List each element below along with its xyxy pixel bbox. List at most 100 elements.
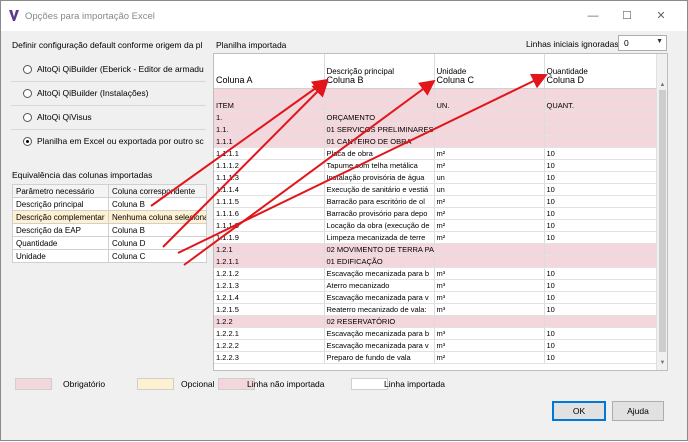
sheet-cell[interactable]: m³: [434, 291, 545, 305]
sheet-row-imported[interactable]: 1.1.1.3 Instalação provisória de água un 10: [214, 171, 657, 185]
sheet-cell[interactable]: 10: [544, 327, 657, 341]
ok-button[interactable]: OK: [552, 401, 606, 421]
sheet-cell[interactable]: Barracão para escritório de ol: [324, 195, 435, 209]
sheet-cell[interactable]: 01 SERVIÇOS PRELIMINARES: [324, 123, 435, 137]
sheet-cell[interactable]: Execução de sanitário e vestiá: [324, 183, 435, 197]
sheet-row-imported[interactable]: 1.2.2.1 Escavação mecanizada para b m³ 10: [214, 327, 657, 341]
sheet-cell[interactable]: 1.1.: [214, 123, 325, 137]
radio-label-excel[interactable]: Planilha em Excel ou exportada por outro…: [37, 136, 207, 146]
radio-excel[interactable]: [23, 137, 32, 146]
radio-label-qivisus[interactable]: AltoQi QiVisus: [37, 112, 207, 122]
column-select-cell[interactable]: Coluna C: [108, 249, 207, 263]
sheet-row-imported[interactable]: 1.2.2.2 Escavação mecanizada para v m³ 10: [214, 339, 657, 353]
sheet-cell[interactable]: Locação da obra (execução de: [324, 219, 435, 233]
sheet-cell[interactable]: 1.1.1.8: [214, 219, 325, 233]
sheet-cell[interactable]: m²: [434, 231, 545, 245]
sheet-cell[interactable]: 1.1.1: [214, 135, 325, 149]
sheet-cell[interactable]: m³: [434, 267, 545, 281]
sheet-row-imported[interactable]: 1.2.2.3 Preparo de fundo de vala m² 10: [214, 351, 657, 365]
sheet-cell[interactable]: 01 EDIFICAÇÃO: [324, 255, 435, 269]
column-select-cell[interactable]: Coluna B: [108, 197, 207, 211]
sheet-cell[interactable]: m²: [434, 195, 545, 209]
sheet-cell[interactable]: 10: [544, 207, 657, 221]
sheet-cell[interactable]: Limpeza mecanizada de terre: [324, 231, 435, 245]
mapping-row-optional[interactable]: Descrição complementar Nenhuma coluna se…: [12, 210, 207, 224]
sheet-cell[interactable]: [434, 111, 545, 125]
sheet-cell[interactable]: QUANT.: [544, 99, 657, 113]
sheet-cell[interactable]: 1.1.1.9: [214, 231, 325, 245]
sheet-row-not-imported[interactable]: ITEM UN. QUANT.: [214, 99, 657, 113]
sheet-cell[interactable]: Tapume com telha metálica: [324, 159, 435, 173]
sheet-cell[interactable]: m²: [434, 147, 545, 161]
sheet-cell[interactable]: 1.2.2.2: [214, 339, 325, 353]
sheet-cell[interactable]: [324, 99, 435, 113]
sheet-row-imported[interactable]: 1.2.1.2 Escavação mecanizada para b m³ 10: [214, 267, 657, 281]
sheet-cell[interactable]: [544, 111, 657, 125]
sheet-cell[interactable]: Barracão provisório para depo: [324, 207, 435, 221]
sheet-row-imported[interactable]: 1.1.1.5 Barracão para escritório de ol m² 1…: [214, 195, 657, 209]
skip-rows-select[interactable]: 0 ▼: [618, 35, 667, 51]
sheet-row-not-imported[interactable]: 1. ORÇAMENTO: [214, 111, 657, 125]
sheet-cell[interactable]: [544, 88, 657, 101]
sheet-cell[interactable]: 02 RESERVATÓRIO: [324, 315, 435, 329]
sheet-row-imported[interactable]: 1.1.1.1 Placa de obra m² 10: [214, 147, 657, 161]
sheet-row-imported[interactable]: 1.1.1.2 Tapume com telha metálica m² 10: [214, 159, 657, 173]
sheet-cell[interactable]: Reaterro mecanizado de vala:: [324, 303, 435, 317]
column-select-cell[interactable]: Coluna D: [108, 236, 207, 250]
sheet-row-imported[interactable]: 1.1.1.8 Locação da obra (execução de m² 10: [214, 219, 657, 233]
sheet-cell[interactable]: Escavação mecanizada para b: [324, 327, 435, 341]
scroll-thumb[interactable]: [659, 90, 666, 352]
sheet-cell[interactable]: 10: [544, 279, 657, 293]
sheet-cell[interactable]: Escavação mecanizada para b: [324, 267, 435, 281]
sheet-cell[interactable]: 1.2.2.3: [214, 351, 325, 365]
sheet-cell[interactable]: 1.1.1.2: [214, 159, 325, 173]
sheet-cell[interactable]: [544, 135, 657, 149]
sheet-cell[interactable]: 1.2.1.5: [214, 303, 325, 317]
sheet-cell[interactable]: Escavação mecanizada para v: [324, 291, 435, 305]
sheet-row-not-imported[interactable]: 1.2.1 02 MOVIMENTO DE TERRA PA: [214, 243, 657, 257]
sheet-cell[interactable]: un: [434, 171, 545, 185]
sheet-cell[interactable]: m²: [434, 159, 545, 173]
sheet-row-imported[interactable]: 1.2.1.5 Reaterro mecanizado de vala: m³ 10: [214, 303, 657, 317]
sheet-row-imported[interactable]: 1.2.1.4 Escavação mecanizada para v m³ 10: [214, 291, 657, 305]
column-header-a[interactable]: Coluna A: [214, 54, 325, 89]
sheet-row-imported[interactable]: 1.2.1.3 Aterro mecanizado m³ 10: [214, 279, 657, 293]
sheet-cell[interactable]: [434, 135, 545, 149]
sheet-cell[interactable]: [434, 255, 545, 269]
sheet-cell[interactable]: 1.2.2.1: [214, 327, 325, 341]
sheet-cell[interactable]: [544, 243, 657, 257]
sheet-cell[interactable]: 10: [544, 219, 657, 233]
sheet-cell[interactable]: m²: [434, 207, 545, 221]
minimize-button[interactable]: —: [579, 7, 607, 25]
sheet-cell[interactable]: [544, 315, 657, 329]
sheet-cell[interactable]: 10: [544, 195, 657, 209]
sheet-cell[interactable]: m³: [434, 303, 545, 317]
sheet-cell[interactable]: ITEM: [214, 99, 325, 113]
sheet-cell[interactable]: Placa de obra: [324, 147, 435, 161]
radio-label-instalacoes[interactable]: AltoQi QiBuilder (Instalações): [37, 88, 207, 98]
sheet-row-imported[interactable]: 1.1.1.9 Limpeza mecanizada de terre m² 10: [214, 231, 657, 245]
sheet-cell[interactable]: 10: [544, 339, 657, 353]
sheet-row-imported[interactable]: 1.1.1.6 Barracão provisório para depo m² 10: [214, 207, 657, 221]
sheet-cell[interactable]: 1.2.1: [214, 243, 325, 257]
sheet-cell[interactable]: 10: [544, 147, 657, 161]
sheet-cell[interactable]: Escavação mecanizada para v: [324, 339, 435, 353]
sheet-cell[interactable]: 1.2.1.4: [214, 291, 325, 305]
mapping-row[interactable]: Quantidade Coluna D: [12, 236, 207, 250]
mapping-row[interactable]: Descrição da EAP Coluna B: [12, 223, 207, 237]
column-header-c[interactable]: Unidade Coluna C: [434, 54, 545, 89]
sheet-row-not-imported[interactable]: 1.2.1.1 01 EDIFICAÇÃO: [214, 255, 657, 269]
column-select-cell[interactable]: Coluna B: [108, 223, 207, 237]
sheet-cell[interactable]: 02 MOVIMENTO DE TERRA PA: [324, 243, 435, 257]
radio-label-eberick[interactable]: AltoQi QiBuilder (Eberick - Editor de ar…: [37, 64, 207, 74]
sheet-cell[interactable]: 1.1.1.5: [214, 195, 325, 209]
sheet-cell[interactable]: 1.2.2: [214, 315, 325, 329]
sheet-row-not-imported[interactable]: 1.1.1 01 CANTEIRO DE OBRA: [214, 135, 657, 149]
vertical-scrollbar[interactable]: ▲ ▼: [656, 54, 667, 370]
sheet-cell[interactable]: 1.1.1.6: [214, 207, 325, 221]
sheet-cell[interactable]: 1.1.1.3: [214, 171, 325, 185]
sheet-cell[interactable]: 1.1.1.1: [214, 147, 325, 161]
sheet-cell[interactable]: [434, 88, 545, 101]
sheet-cell[interactable]: 10: [544, 231, 657, 245]
maximize-button[interactable]: ☐: [613, 7, 641, 25]
